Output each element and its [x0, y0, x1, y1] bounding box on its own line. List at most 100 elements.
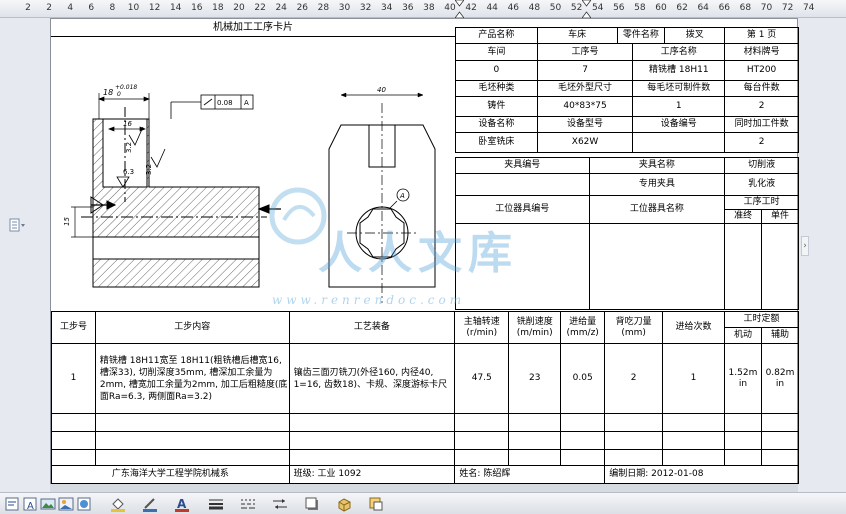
line-style-icon[interactable] — [208, 496, 224, 512]
cell — [454, 413, 510, 432]
cell — [604, 413, 664, 432]
col-equipment: 工艺装备 — [288, 311, 456, 344]
col-time-quota: 工时定额 — [723, 311, 800, 328]
datum-a-label: A — [399, 192, 405, 200]
cell — [94, 431, 290, 450]
cell: 设备名称 — [455, 116, 538, 133]
steps-table: 工步号 工步内容 工艺装备 主轴转速 (r/min) 铣削速度 (m/min) … — [51, 311, 800, 466]
fixture-name: 专用夹具 — [588, 173, 726, 196]
ruler-number: 22 — [254, 3, 266, 13]
horizontal-ruler[interactable]: 2 2 4 6 8 10 12 14 16 18 20 22 24 26 28 30 32 34 36 38 40 42 4… — [0, 0, 846, 18]
cell — [723, 431, 762, 450]
watermark-text: 人人文库 — [318, 228, 518, 279]
fill-color-icon[interactable] — [110, 496, 126, 512]
ruler-number: 2 — [25, 3, 31, 13]
cell — [560, 449, 606, 466]
dimension-15 — [71, 206, 93, 238]
col-machine: 机动 — [723, 327, 762, 344]
step-cut-speed: 23 — [508, 343, 562, 414]
line-color-icon[interactable] — [142, 496, 158, 512]
cell — [454, 449, 510, 466]
step-content: 精铣槽 18H11宽至 18H11(粗铣槽后槽宽16, 槽深33), 切削深度3… — [94, 343, 290, 414]
fixture-no-label: 夹具编号 — [455, 157, 590, 174]
step-equipment: 镶齿三面刃铣刀(外径160, 内径40, 1=16, 齿数18)、卡规、深度游标… — [288, 343, 456, 414]
select-objects-icon[interactable] — [368, 496, 384, 512]
step-feed: 0.05 — [560, 343, 606, 414]
cell — [604, 449, 664, 466]
cell — [288, 413, 456, 432]
step-aux-time: 0.82m in — [760, 343, 800, 414]
step-no: 1 — [51, 343, 96, 414]
ruler-number: 56 — [613, 3, 625, 13]
footer-date: 编制日期: 2012-01-08 — [604, 465, 799, 484]
cell: 每毛坯可制件数 — [632, 80, 726, 97]
cell — [560, 413, 606, 432]
cell: 车间 — [455, 43, 538, 61]
shadow-style-icon[interactable] — [304, 496, 320, 512]
ruler-number: 66 — [718, 3, 731, 13]
ruler-number: 62 — [676, 3, 688, 13]
section-view — [81, 107, 267, 288]
cell — [723, 413, 762, 432]
header-table-2: 车间 工序号 工序名称 材料牌号 0 7 精铣槽 18H11 HT200 毛坯种… — [455, 43, 799, 153]
cell: 产品名称 — [455, 27, 538, 44]
cell: 工序号 — [536, 43, 634, 61]
ruler-number: 6 — [88, 3, 95, 13]
cell — [94, 449, 290, 466]
cell — [51, 431, 96, 450]
dash-style-icon[interactable] — [240, 496, 256, 512]
col-cut-speed: 铣削速度 (m/min) — [508, 311, 562, 344]
cell — [94, 413, 290, 432]
cell — [760, 449, 800, 466]
step-spindle: 47.5 — [454, 343, 510, 414]
clipart-icon[interactable] — [76, 496, 92, 512]
col-passes: 进给次数 — [662, 311, 725, 344]
station-tool-name-label: 工位器具名称 — [588, 195, 726, 224]
svg-text:A: A — [177, 497, 187, 511]
cell: 材料牌号 — [724, 43, 799, 61]
ruler-number: 24 — [275, 3, 287, 13]
ruler-number: 72 — [781, 3, 794, 13]
fixture-no — [455, 173, 590, 196]
cell — [288, 449, 456, 466]
roughness-32a: 3.2 — [125, 142, 133, 153]
right-scroll-handle[interactable]: › — [801, 236, 809, 256]
cell: 1 — [632, 96, 726, 117]
arrow-style-icon[interactable] — [272, 496, 288, 512]
work-time-label: 工序工时 — [724, 195, 799, 210]
ruler-number: 48 — [528, 3, 541, 13]
coolant: 乳化液 — [724, 173, 799, 196]
cell — [604, 431, 664, 450]
footer-table: 广东海洋大学工程学院机械系 班级: 工业 1092 姓名: 陈绍辉 编制日期: … — [51, 465, 799, 484]
ruler-number: 50 — [549, 3, 562, 13]
cell — [508, 431, 562, 450]
3d-style-icon[interactable] — [336, 496, 352, 512]
footer-class: 班级: 工业 1092 — [288, 465, 456, 484]
tol-upper-label: +0.018 — [115, 84, 137, 91]
step-machine-time: 1.52m in — [723, 343, 762, 414]
cell: 拨叉 — [664, 27, 726, 44]
ruler-number: 28 — [317, 3, 330, 13]
page-number: 第 1 页 — [724, 27, 799, 44]
footer-name: 姓名: 陈绍辉 — [454, 465, 606, 484]
watermark-url: www.renrendoc.com — [272, 293, 466, 307]
indent-marker-icon[interactable] — [582, 0, 591, 18]
horizontal-scrollbar[interactable] — [50, 484, 798, 492]
font-color-icon[interactable]: A — [174, 496, 190, 512]
cell — [662, 413, 725, 432]
left-margin — [0, 18, 50, 486]
cell — [288, 431, 456, 450]
header-table: 产品名称 车床 零件名称 拨叉 第 1 页 — [455, 27, 799, 44]
document-map-icon[interactable] — [9, 218, 27, 234]
ruler-number: 2 — [46, 3, 52, 13]
vertical-text-icon[interactable]: A — [22, 496, 38, 512]
cell — [761, 223, 799, 310]
text-box-icon[interactable] — [4, 496, 20, 512]
col-feed: 进给量 (mm/z) — [560, 311, 606, 344]
dim-40-label: 40 — [377, 86, 386, 94]
cell — [723, 449, 762, 466]
indent-marker-icon[interactable] — [455, 0, 464, 18]
insert-picture-icon[interactable] — [40, 496, 56, 512]
cell — [508, 449, 562, 466]
insert-image-icon[interactable] — [58, 496, 74, 512]
